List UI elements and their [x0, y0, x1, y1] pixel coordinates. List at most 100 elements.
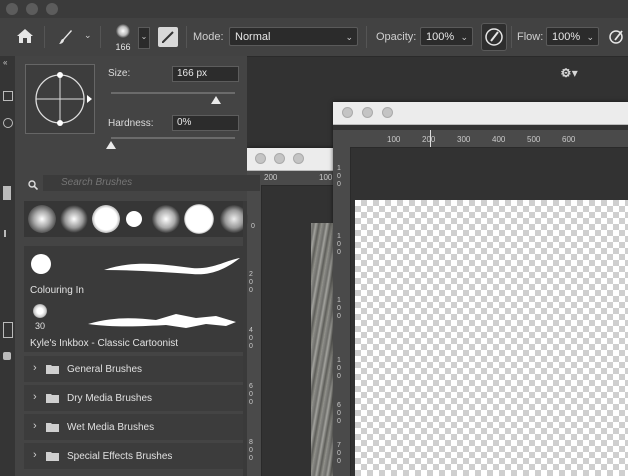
ruler-tick-label: 7 0 0 — [337, 442, 341, 465]
ruler-tick-label: 1 0 0 — [337, 165, 341, 188]
mode-label: Mode: — [193, 31, 224, 43]
ruler-tick-label: 200 — [422, 135, 436, 144]
brush-group-label: Special Effects Brushes — [67, 451, 173, 462]
search-icon — [28, 177, 39, 195]
brush-preset-size: 30 — [35, 321, 46, 331]
flow-field[interactable]: 100% ⌄ — [546, 27, 599, 46]
horizontal-ruler: 100 200 300 400 500 600 — [333, 130, 628, 148]
tool-options-bar: ⌄ 166 ⌄ Mode: Normal ⌄ Opacity: 100% ⌄ F… — [0, 18, 628, 57]
document-window-front[interactable]: 100 200 300 400 500 600 1 0 0 1 0 0 1 0 … — [333, 102, 628, 476]
ruler-tick-label: 100 — [319, 173, 333, 182]
tool-icon[interactable] — [3, 91, 13, 101]
airbrush-icon[interactable] — [608, 27, 628, 50]
document-titlebar — [333, 102, 628, 125]
brush-group-dry-media[interactable]: › Dry Media Brushes — [24, 385, 247, 413]
ruler-tick-label: 2 0 0 — [249, 271, 253, 294]
tool-icon[interactable] — [3, 322, 13, 338]
doc-zoom-button[interactable] — [382, 107, 393, 118]
ruler-tick-label: 600 — [562, 135, 576, 144]
chevron-down-icon: ⌄ — [586, 32, 594, 42]
chevron-right-icon: › — [33, 449, 37, 461]
opacity-field[interactable]: 100% ⌄ — [420, 27, 473, 46]
folder-icon — [46, 365, 59, 374]
size-slider-track[interactable] — [111, 92, 235, 94]
brush-tip-preview-icon — [116, 24, 130, 38]
ruler-tick-label: 4 0 0 — [249, 327, 253, 350]
window-close-button[interactable] — [6, 3, 18, 15]
flow-label: Flow: — [517, 31, 544, 43]
brush-tip-icon — [33, 304, 47, 318]
doc-minimize-button[interactable] — [362, 107, 373, 118]
brush-tip-thumbnail[interactable] — [60, 205, 88, 233]
brush-group-special-effects[interactable]: › Special Effects Brushes — [24, 443, 247, 471]
ruler-tick-label: 8 0 0 — [249, 439, 253, 462]
brush-stroke-preview — [104, 258, 240, 275]
tool-preset-chevron-icon[interactable]: ⌄ — [84, 30, 92, 41]
brush-group-label: Wet Media Brushes — [67, 422, 155, 433]
brush-tip-thumbnail[interactable] — [92, 205, 120, 233]
window-minimize-button[interactable] — [26, 3, 38, 15]
brush-preset-item[interactable]: Colouring In — [24, 246, 247, 298]
brush-size-preview: 166 — [115, 42, 131, 52]
panel-scrollbar[interactable] — [243, 201, 247, 476]
chevron-down-icon: ⌄ — [460, 32, 468, 42]
brush-tip-thumbnail[interactable] — [126, 211, 142, 227]
ruler-tick-label: 400 — [492, 135, 506, 144]
brush-stroke-preview — [88, 314, 236, 328]
brush-tip-thumbnail[interactable] — [152, 205, 180, 233]
chevron-down-icon: ⌄ — [345, 32, 353, 42]
opacity-value: 100% — [426, 31, 455, 43]
brush-settings-panel-icon[interactable] — [158, 27, 178, 47]
ruler-tick-label: 1 0 0 — [337, 233, 341, 256]
brush-panel-settings-gear-icon[interactable]: ⚙▾ — [561, 66, 578, 80]
tool-icon[interactable] — [4, 230, 13, 237]
chevron-right-icon: › — [33, 391, 37, 403]
tools-panel: « — [0, 56, 16, 476]
brush-picker-toggle-button[interactable]: ⌄ — [138, 27, 150, 49]
size-slider-handle[interactable] — [211, 96, 222, 104]
brush-group-label: General Brushes — [67, 364, 143, 375]
vertical-ruler: 1 0 0 1 0 0 1 0 0 1 0 0 6 0 0 7 0 0 — [333, 147, 351, 476]
brush-presets-list: Colouring In 30 Kyle's Inkbox - Classic … — [24, 246, 247, 352]
ruler-tick-label: 1 0 0 — [337, 297, 341, 320]
tool-icon[interactable] — [3, 186, 11, 200]
window-zoom-button[interactable] — [46, 3, 58, 15]
brush-tool-icon[interactable] — [56, 28, 74, 49]
doc-minimize-button[interactable] — [274, 153, 285, 164]
home-icon[interactable] — [16, 28, 34, 47]
brush-tip-thumbnail[interactable] — [28, 205, 56, 233]
tool-icon[interactable] — [3, 352, 11, 360]
ruler-tick-label: 300 — [457, 135, 471, 144]
transparent-canvas[interactable] — [355, 200, 628, 476]
doc-close-button[interactable] — [342, 107, 353, 118]
ruler-tick-label: 500 — [527, 135, 541, 144]
doc-zoom-button[interactable] — [293, 153, 304, 164]
folder-icon — [46, 452, 59, 461]
recent-brushes-row — [24, 201, 248, 237]
hardness-field[interactable]: 0% — [172, 115, 239, 131]
brush-preset-panel: Size: 166 px Hardness: 0% ⚙ Colouring In… — [15, 56, 571, 476]
blend-mode-select[interactable]: Normal ⌄ — [229, 27, 358, 46]
brush-preset-item[interactable]: 30 Kyle's Inkbox - Classic Cartoonist — [24, 300, 247, 352]
brush-preset-name: Colouring In — [30, 285, 84, 296]
brush-group-general[interactable]: › General Brushes — [24, 356, 247, 384]
tool-icon[interactable] — [3, 118, 13, 128]
blend-mode-value: Normal — [235, 31, 271, 43]
ruler-tick-label: 6 0 0 — [337, 402, 341, 425]
pressure-opacity-icon[interactable] — [481, 23, 507, 51]
brush-search-input[interactable] — [43, 175, 260, 191]
opacity-label: Opacity: — [376, 31, 417, 43]
size-field[interactable]: 166 px — [172, 66, 239, 82]
folder-icon — [46, 423, 59, 432]
app-titlebar — [0, 0, 628, 18]
brush-group-wet-media[interactable]: › Wet Media Brushes — [24, 414, 247, 442]
brush-preset-picker[interactable]: 166 — [108, 22, 138, 54]
hardness-slider-track[interactable] — [111, 137, 235, 139]
collapse-panel-icon[interactable]: « — [3, 58, 7, 67]
hardness-slider-handle[interactable] — [106, 141, 116, 149]
ruler-tick-label: 6 0 0 — [249, 383, 253, 406]
doc-close-button[interactable] — [255, 153, 266, 164]
flow-value: 100% — [552, 31, 581, 43]
brush-tip-thumbnail[interactable] — [184, 204, 214, 234]
brush-angle-widget[interactable] — [25, 64, 95, 134]
